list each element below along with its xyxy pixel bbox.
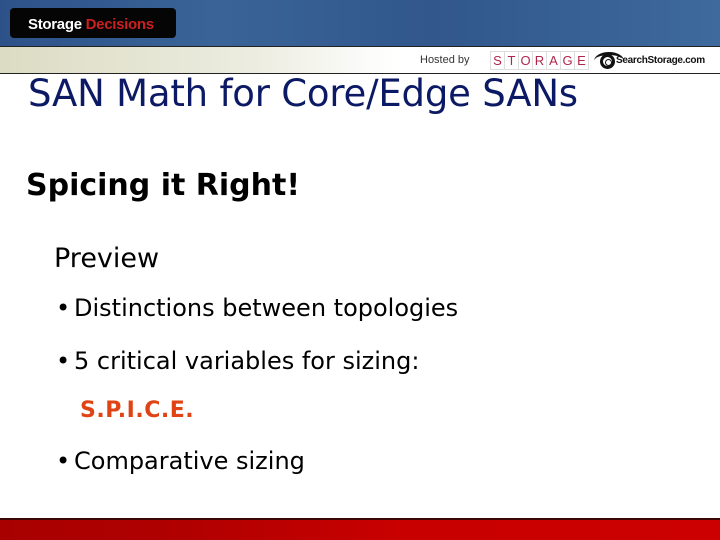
storage-logo-letter: T [504,51,519,70]
hosted-by-bar: Hosted by S T O R A G E SearchStorage.co… [0,46,720,74]
top-banner: Storage Decisions [0,0,720,46]
storage-logo-letter: A [546,51,561,70]
storage-logo-letter: R [532,51,547,70]
slide-title: SAN Math for Core/Edge SANs [28,72,578,115]
searchstorage-text: SearchStorage.com [616,55,705,66]
storage-logo-letter: O [518,51,533,70]
storage-magazine-logo: S T O R A G E [490,51,589,70]
logo-word-decisions: Decisions [85,16,154,33]
bullet-icon: • [56,447,71,475]
spice-acronym: S.P.I.C.E. [80,398,195,423]
eye-pupil-icon [600,54,615,69]
bullet-text: Distinctions between topologies [74,294,459,322]
searchstorage-logo: SearchStorage.com [592,50,714,70]
bullet-icon: • [56,347,71,375]
bullet-icon: • [56,294,71,322]
slide-subtitle: Spicing it Right! [26,168,301,203]
bullet-item: • Comparative sizing [56,447,305,475]
storage-logo-letter: S [490,51,505,70]
section-heading: Preview [54,243,160,274]
footer-bar [0,518,720,540]
bullet-item: • Distinctions between topologies [56,294,458,322]
bullet-item: • 5 critical variables for sizing: [56,347,419,375]
bullet-text: 5 critical variables for sizing: [74,347,420,375]
storage-logo-letter: G [560,51,575,70]
hosted-by-label: Hosted by [420,54,470,66]
bullet-text: Comparative sizing [74,447,305,475]
logo-text: Storage Decisions [28,16,154,33]
storage-logo-letter: E [574,51,589,70]
logo-word-storage: Storage [28,16,82,33]
storage-decisions-logo: Storage Decisions [10,8,176,38]
